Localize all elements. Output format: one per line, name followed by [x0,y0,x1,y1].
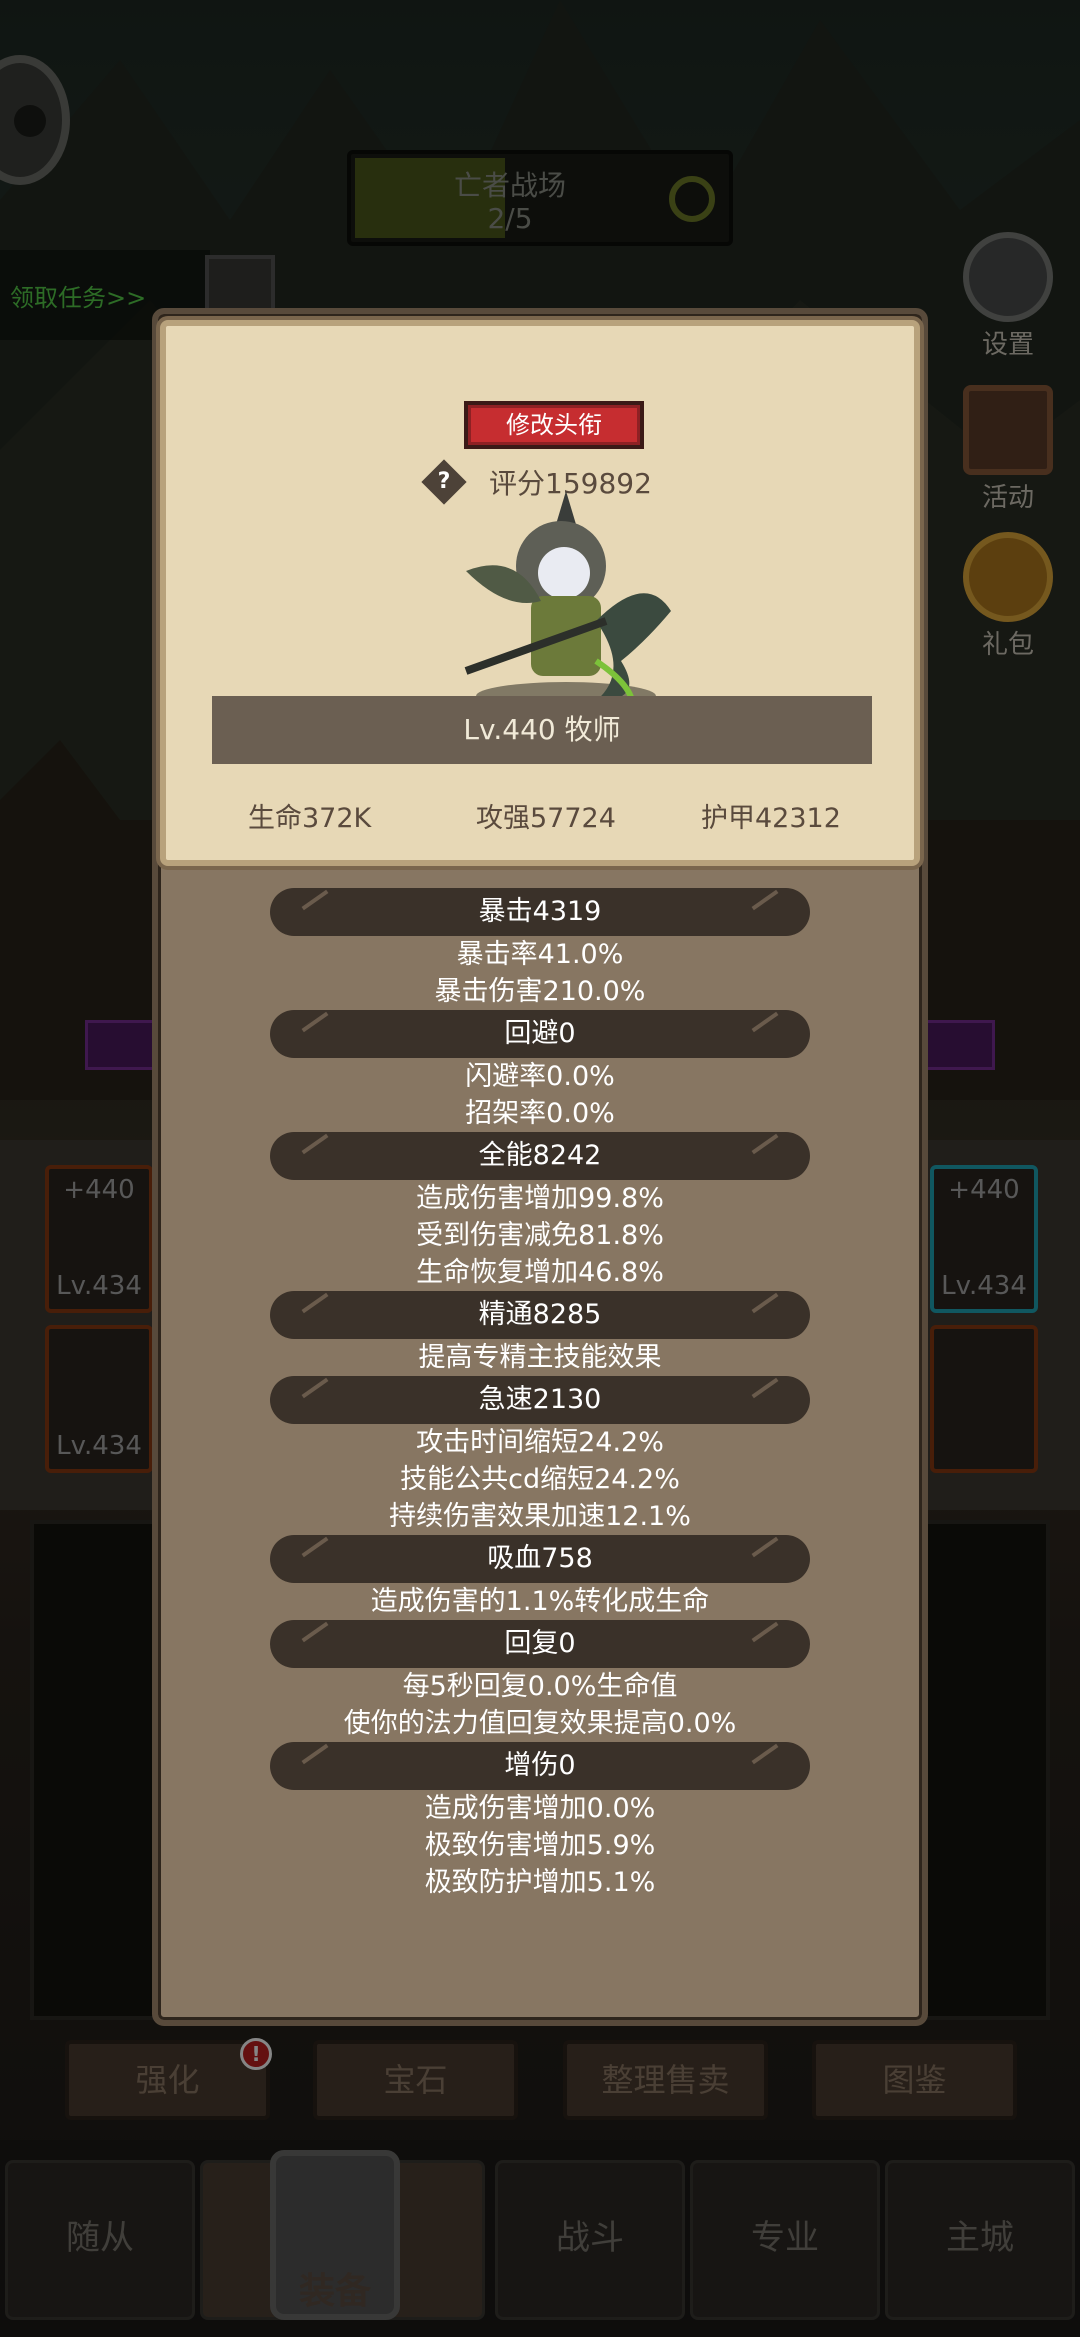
attr-line: 生命恢复增加46.8% [416,1257,664,1288]
hero-avatar [464,491,671,718]
attr-header-versatility: 全能8242 [270,1132,810,1180]
attr-line: 闪避率0.0% [465,1061,615,1092]
attr-header-mastery: 精通8285 [270,1291,810,1339]
attr-line: 技能公共cd缩短24.2% [400,1464,680,1495]
attr-line: 使你的法力值回复效果提高0.0% [343,1708,737,1739]
attr-line: 暴击伤害210.0% [434,976,646,1007]
attr-header-damage-boost: 增伤0 [270,1742,810,1790]
character-card: 修改头衔 ? 评分159892 Lv.440 牧师 生命372K 攻强57724… [160,320,920,866]
rename-title-button[interactable]: 修改头衔 [464,401,644,449]
attr-line: 造成伤害增加99.8% [416,1183,664,1214]
character-detail-modal: 修改头衔 ? 评分159892 Lv.440 牧师 生命372K 攻强57724… [152,308,928,2026]
attr-line: 极致防护增加5.1% [424,1867,656,1898]
attr-line: 极致伤害增加5.9% [424,1830,656,1861]
attr-line: 造成伤害的1.1%转化成生命 [370,1586,710,1617]
attr-line: 攻击时间缩短24.2% [416,1427,664,1458]
attr-line: 持续伤害效果加速12.1% [389,1501,691,1532]
hp-stat: 生命372K [248,803,372,834]
attr-line: 受到伤害减免81.8% [416,1220,664,1251]
level-class-banner: Lv.440 牧师 [212,696,872,764]
attr-header-lifesteal: 吸血758 [270,1535,810,1583]
attr-line: 提高专精主技能效果 [418,1342,662,1373]
attr-line: 每5秒回复0.0%生命值 [402,1671,678,1702]
armor-stat: 护甲42312 [701,803,841,834]
attr-header-regen: 回复0 [270,1620,810,1668]
attr-header-crit: 暴击4319 [270,888,810,936]
attr-line: 招架率0.0% [465,1098,615,1129]
attr-line: 造成伤害增加0.0% [424,1793,656,1824]
attr-header-haste: 急速2130 [270,1376,810,1424]
attr-line: 暴击率41.0% [456,939,624,970]
core-stats: 生命372K 攻强57724 护甲42312 [166,796,914,836]
attack-stat: 攻强57724 [476,803,616,834]
attr-header-evasion: 回避0 [270,1010,810,1058]
attribute-list: 暴击4319 暴击率41.0% 暴击伤害210.0% 回避0 闪避率0.0% 招… [152,888,928,1901]
